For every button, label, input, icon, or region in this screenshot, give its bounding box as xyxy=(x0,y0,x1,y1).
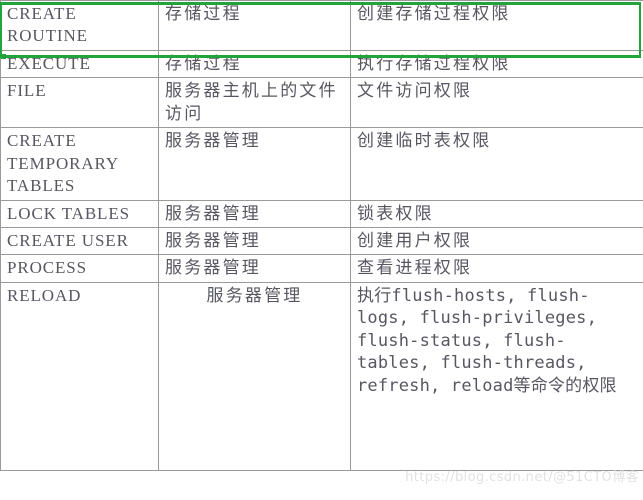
table-row[interactable]: PROCESS 服务器管理 查看进程权限 xyxy=(0,254,643,283)
cell-description[interactable]: 执行flush-hosts, flush-logs, flush-privile… xyxy=(350,281,643,471)
cell-privilege[interactable]: LOCK TABLES xyxy=(0,199,159,228)
table-page: CREATE ROUTINE 存储过程 创建存储过程权限 EXECUTE 存储过… xyxy=(0,0,643,500)
cell-privilege[interactable]: PROCESS xyxy=(0,254,159,283)
table-row[interactable]: CREATE TEMPORARY TABLES 服务器管理 创建临时表权限 xyxy=(0,127,643,201)
cell-scope[interactable]: 服务器管理 xyxy=(158,281,351,471)
cell-description[interactable]: 查看进程权限 xyxy=(350,254,643,283)
table-row[interactable]: EXECUTE 存储过程 执行存储过程权限 xyxy=(0,49,643,79)
cell-scope[interactable]: 存储过程 xyxy=(158,0,351,51)
cell-description[interactable]: 锁表权限 xyxy=(350,199,643,228)
cell-scope[interactable]: 服务器管理 xyxy=(158,254,351,283)
cell-description[interactable]: 创建临时表权限 xyxy=(350,127,643,201)
table-row[interactable]: RELOAD 服务器管理 执行flush-hosts, flush-logs, … xyxy=(0,281,643,471)
cell-privilege[interactable]: FILE xyxy=(0,77,159,129)
cell-scope[interactable]: 存储过程 xyxy=(158,49,351,79)
cell-privilege[interactable]: CREATE USER xyxy=(0,226,159,256)
cell-scope[interactable]: 服务器管理 xyxy=(158,226,351,256)
cell-description[interactable]: 执行存储过程权限 xyxy=(350,49,643,79)
cell-privilege[interactable]: RELOAD xyxy=(0,281,159,471)
privileges-table: CREATE ROUTINE 存储过程 创建存储过程权限 EXECUTE 存储过… xyxy=(0,0,643,471)
cell-scope[interactable]: 服务器管理 xyxy=(158,127,351,201)
cell-privilege[interactable]: CREATE TEMPORARY TABLES xyxy=(0,127,159,201)
cell-scope[interactable]: 服务器管理 xyxy=(158,199,351,228)
table-row[interactable]: LOCK TABLES 服务器管理 锁表权限 xyxy=(0,199,643,228)
table-row[interactable]: CREATE ROUTINE 存储过程 创建存储过程权限 xyxy=(0,0,643,51)
cell-description[interactable]: 文件访问权限 xyxy=(350,77,643,129)
cell-privilege[interactable]: EXECUTE xyxy=(0,49,159,79)
cell-scope[interactable]: 服务器主机上的文件访问 xyxy=(158,77,351,129)
cell-privilege[interactable]: CREATE ROUTINE xyxy=(0,0,159,51)
table-row[interactable]: CREATE USER 服务器管理 创建用户权限 xyxy=(0,226,643,256)
table-row[interactable]: FILE 服务器主机上的文件访问 文件访问权限 xyxy=(0,77,643,129)
table-body: CREATE ROUTINE 存储过程 创建存储过程权限 EXECUTE 存储过… xyxy=(0,0,643,471)
cell-description[interactable]: 创建存储过程权限 xyxy=(350,0,643,51)
cell-description[interactable]: 创建用户权限 xyxy=(350,226,643,256)
